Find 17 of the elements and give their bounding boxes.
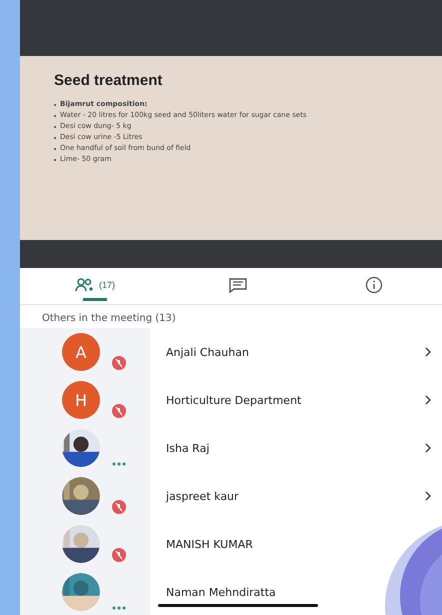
participant-name: jaspreet kaur [166, 490, 240, 502]
participant-name: Naman Mehndiratta [166, 586, 277, 598]
chevron-icon[interactable] [425, 491, 432, 501]
chevron-icon[interactable] [425, 347, 432, 357]
chevron-icon[interactable] [425, 395, 432, 405]
info-icon [365, 276, 383, 294]
slide-title: Seed treatment [54, 72, 164, 89]
participant-name: MANISH KUMAR [166, 538, 254, 550]
participant-name: Horticulture Department [166, 394, 302, 406]
chevron-icon[interactable] [425, 443, 432, 453]
avatar: H [62, 381, 100, 419]
people-icon [74, 278, 95, 292]
avatar: A [62, 333, 100, 371]
chat-icon [228, 276, 248, 292]
section-title: Others in the meeting (13) [41, 312, 177, 326]
participant-name: Isha Raj [166, 442, 210, 454]
participant-name: Anjali Chauhan [166, 346, 250, 358]
